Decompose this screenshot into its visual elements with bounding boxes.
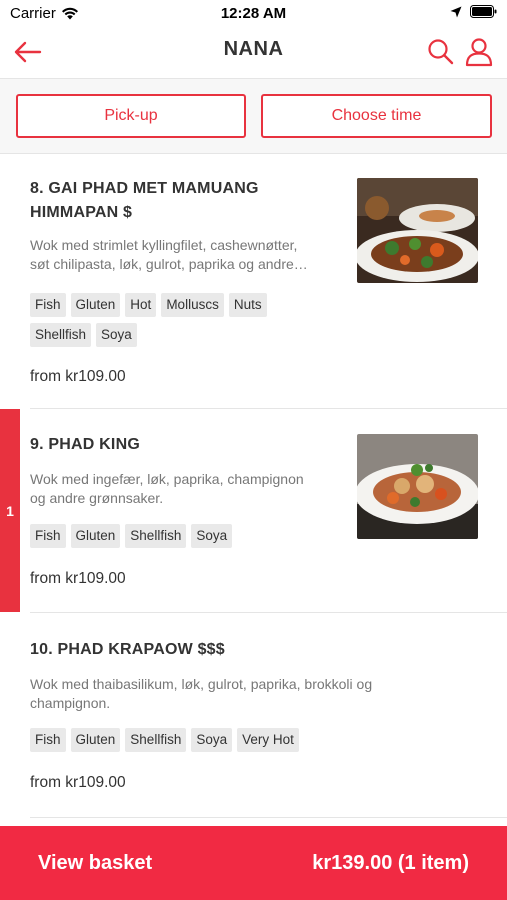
allergen-tag: Nuts: [228, 293, 267, 317]
food-image: [357, 434, 478, 539]
allergen-tag: Gluten: [70, 293, 121, 317]
view-basket-button[interactable]: View basket kr139.00 (1 item): [0, 826, 507, 900]
menu-item[interactable]: 10. PHAD KRAPAOW $$$ Wok med thaibasilik…: [0, 613, 507, 818]
item-description-line: søt chilipasta, løk, gulrot, paprika og …: [30, 256, 308, 272]
allergen-tag: Gluten: [70, 524, 121, 548]
item-name: 9. PHAD KING: [30, 436, 140, 453]
item-price: from kr109.00: [30, 774, 126, 791]
view-basket-label: View basket: [38, 851, 153, 874]
item-price: from kr109.00: [30, 368, 126, 385]
order-options-bar: Pick-up Choose time: [0, 78, 507, 154]
item-description-line: Wok med thaibasilikum, løk, gulrot, papr…: [30, 676, 373, 692]
food-image: [357, 178, 478, 283]
item-description: Wok med thaibasilikum, løk, gulrot, papr…: [30, 675, 372, 713]
location-arrow-icon: [450, 6, 462, 17]
allergen-tag: Hot: [125, 293, 157, 317]
allergen-tag: Shellfish: [125, 728, 187, 752]
allergen-tag: Soya: [191, 728, 233, 752]
allergen-tag: Shellfish: [30, 323, 92, 347]
allergen-tag: Fish: [30, 524, 66, 548]
item-description: Wok med strimlet kyllingfilet, cashewnøt…: [30, 236, 308, 274]
item-name-line: 8. GAI PHAD MET MAMUANG: [30, 180, 259, 197]
basket-total: kr139.00 (1 item): [312, 851, 469, 874]
item-name: 10. PHAD KRAPAOW $$$: [30, 641, 225, 658]
menu-item[interactable]: 9. PHAD KING Wok med ingefær, løk, papri…: [0, 409, 507, 613]
item-description: Wok med ingefær, løk, paprika, champigno…: [30, 470, 304, 508]
item-description-line: champignon.: [30, 695, 111, 711]
search-icon[interactable]: [425, 36, 457, 68]
item-description-line: og andre grønnsaker.: [30, 490, 164, 506]
allergen-tag: Very Hot: [237, 728, 299, 752]
item-description-line: Wok med ingefær, løk, paprika, champigno…: [30, 471, 304, 487]
item-price: from kr109.00: [30, 570, 126, 587]
status-bar: Carrier 12:28 AM: [0, 0, 507, 28]
user-icon[interactable]: [463, 36, 495, 68]
allergen-tags: Fish Gluten Shellfish Soya: [30, 524, 330, 548]
navigation-bar: NANA: [0, 28, 507, 76]
item-description-line: Wok med strimlet kyllingfilet, cashewnøt…: [30, 237, 298, 253]
allergen-tags: Fish Gluten Shellfish Soya Very Hot: [30, 728, 430, 752]
choose-time-button[interactable]: Choose time: [261, 94, 492, 138]
menu-item[interactable]: 8. GAI PHAD MET MAMUANG HIMMAPAN $ Wok m…: [0, 154, 507, 409]
allergen-tag: Molluscs: [161, 293, 224, 317]
allergen-tag: Shellfish: [125, 524, 187, 548]
allergen-tag: Soya: [96, 323, 137, 347]
allergen-tag: Fish: [30, 293, 66, 317]
item-name: 8. GAI PHAD MET MAMUANG HIMMAPAN $: [30, 177, 259, 225]
battery-icon: [470, 5, 497, 18]
pickup-button[interactable]: Pick-up: [16, 94, 246, 138]
allergen-tags: Fish Gluten Hot Molluscs Nuts Shellfish …: [30, 293, 300, 347]
allergen-tag: Fish: [30, 728, 66, 752]
allergen-tag: Soya: [191, 524, 233, 548]
allergen-tag: Gluten: [70, 728, 121, 752]
status-time: 12:28 AM: [220, 5, 287, 22]
item-name-line: HIMMAPAN $: [30, 204, 133, 221]
divider: [30, 817, 507, 818]
status-right: [450, 5, 497, 18]
